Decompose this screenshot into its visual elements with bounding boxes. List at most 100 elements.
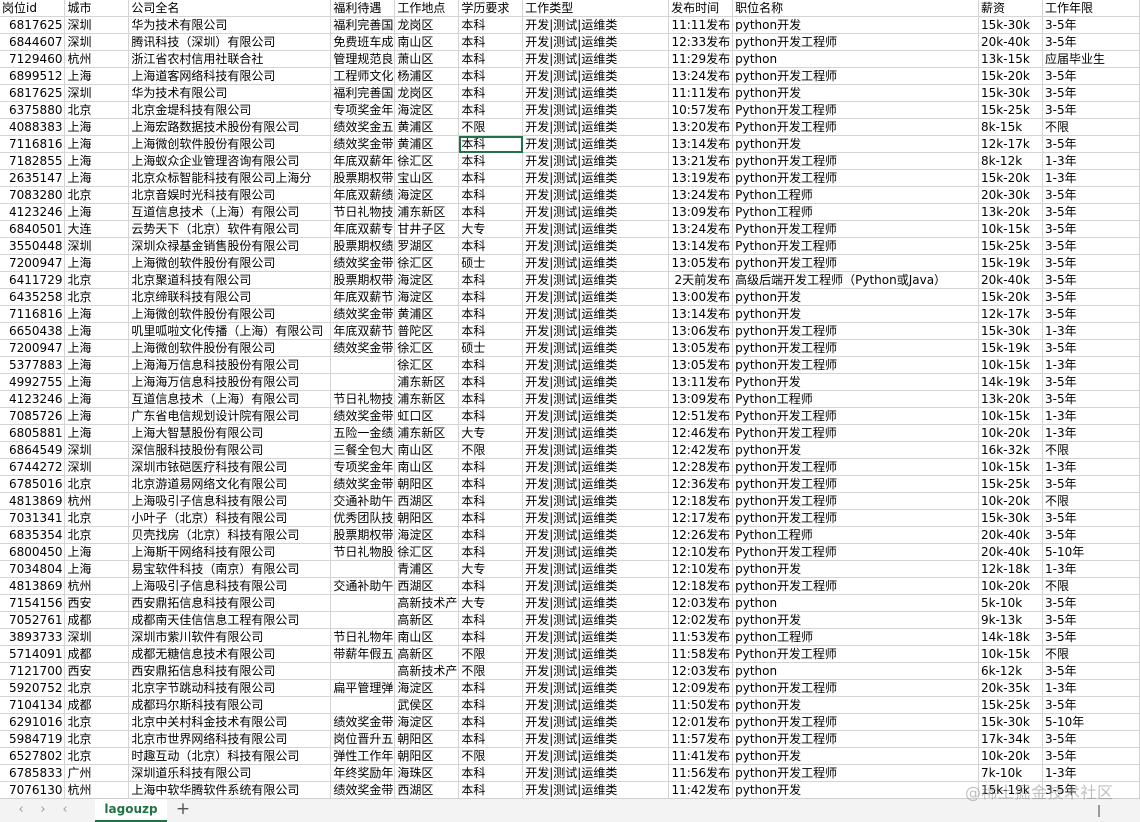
cell-position-name[interactable]: python开发工程师 — [732, 679, 980, 697]
cell-location[interactable]: 高新区 — [394, 645, 460, 663]
cell-experience[interactable]: 1-3年 — [1042, 407, 1140, 425]
cell-job-id[interactable]: 6650438 — [0, 322, 66, 340]
cell-city[interactable]: 上海 — [64, 254, 130, 272]
cell-job-id[interactable]: 7104134 — [0, 696, 66, 714]
cell-position-name[interactable]: python开发工程师 — [732, 713, 980, 731]
cell-location[interactable]: 罗湖区 — [394, 237, 460, 255]
cell-experience[interactable]: 3-5年 — [1042, 186, 1140, 204]
cell-job-type[interactable]: 开发|测试|运维类 — [522, 305, 670, 323]
cell-job-id[interactable]: 6744272 — [0, 458, 66, 476]
cell-city[interactable]: 上海 — [64, 203, 130, 221]
cell-job-type[interactable]: 开发|测试|运维类 — [522, 662, 670, 680]
cell-company-name[interactable]: 上海蚁众企业管理咨询有限公司 — [128, 152, 332, 170]
cell-company-name[interactable]: 广东省电信规划设计院有限公司 — [128, 407, 332, 425]
cell-salary[interactable]: 16k-32k — [978, 441, 1043, 459]
cell-position-name[interactable]: python开发工程师 — [732, 458, 980, 476]
cell-job-id[interactable]: 6844607 — [0, 33, 66, 51]
cell-benefits[interactable]: 管理规范良 — [330, 50, 396, 68]
cell-experience[interactable]: 1-3年 — [1042, 356, 1140, 374]
cell-benefits[interactable]: 三餐全包大 — [330, 441, 396, 459]
cell-job-id[interactable]: 5714091 — [0, 645, 66, 663]
cell-company-name[interactable]: 上海中软华腾软件系统有限公司 — [128, 781, 332, 798]
cell-job-type[interactable]: 开发|测试|运维类 — [522, 50, 670, 68]
cell-publish-time[interactable]: 11:41发布 — [668, 747, 734, 765]
cell-benefits[interactable]: 绩效奖金带 — [330, 781, 396, 798]
cell-job-type[interactable]: 开发|测试|运维类 — [522, 339, 670, 357]
cell-job-type[interactable]: 开发|测试|运维类 — [522, 288, 670, 306]
cell-location[interactable]: 朝阳区 — [394, 509, 460, 527]
cell-salary[interactable]: 15k-20k — [978, 169, 1043, 187]
cell-company-name[interactable]: 北京字节跳动科技有限公司 — [128, 679, 332, 697]
cell-job-id[interactable]: 6864549 — [0, 441, 66, 459]
cell-position-name[interactable]: Python开发工程师 — [732, 543, 980, 561]
cell-company-name[interactable]: 上海微创软件股份有限公司 — [128, 305, 332, 323]
cell-company-name[interactable]: 小叶子（北京）科技有限公司 — [128, 509, 332, 527]
cell-publish-time[interactable]: 13:24发布 — [668, 220, 734, 238]
column-header-experience[interactable]: 工作年限 — [1042, 0, 1140, 17]
cell-education[interactable]: 本科 — [458, 458, 524, 476]
cell-education[interactable]: 本科 — [458, 696, 524, 714]
cell-experience[interactable]: 不限 — [1042, 492, 1140, 510]
cell-experience[interactable]: 1-3年 — [1042, 560, 1140, 578]
cell-publish-time[interactable]: 12:46发布 — [668, 424, 734, 442]
cell-benefits[interactable]: 交通补助午 — [330, 492, 396, 510]
cell-company-name[interactable]: 上海吸引子信息科技有限公司 — [128, 577, 332, 595]
cell-experience[interactable]: 3-5年 — [1042, 475, 1140, 493]
cell-salary[interactable]: 15k-25k — [978, 696, 1043, 714]
cell-publish-time[interactable]: 13:24发布 — [668, 67, 734, 85]
cell-job-type[interactable]: 开发|测试|运维类 — [522, 16, 670, 34]
cell-position-name[interactable]: python开发 — [732, 441, 980, 459]
cell-job-type[interactable]: 开发|测试|运维类 — [522, 696, 670, 714]
cell-city[interactable]: 上海 — [64, 118, 130, 136]
cell-experience[interactable]: 1-3年 — [1042, 679, 1140, 697]
cell-job-type[interactable]: 开发|测试|运维类 — [522, 577, 670, 595]
cell-job-type[interactable]: 开发|测试|运维类 — [522, 322, 670, 340]
cell-location[interactable]: 普陀区 — [394, 322, 460, 340]
cell-experience[interactable]: 1-3年 — [1042, 424, 1140, 442]
cell-position-name[interactable]: Python工程师 — [732, 526, 980, 544]
cell-education[interactable]: 本科 — [458, 611, 524, 629]
cell-city[interactable]: 上海 — [64, 305, 130, 323]
cell-company-name[interactable]: 北京中关村科金技术有限公司 — [128, 713, 332, 731]
cell-benefits[interactable]: 专项奖金年 — [330, 101, 396, 119]
cell-company-name[interactable]: 上海斯干网络科技有限公司 — [128, 543, 332, 561]
cell-job-type[interactable]: 开发|测试|运维类 — [522, 645, 670, 663]
cell-education[interactable]: 本科 — [458, 33, 524, 51]
cell-salary[interactable]: 10k-20k — [978, 747, 1043, 765]
cell-city[interactable]: 北京 — [64, 713, 130, 731]
cell-publish-time[interactable]: 11:56发布 — [668, 764, 734, 782]
cell-job-id[interactable]: 7076130 — [0, 781, 66, 798]
cell-city[interactable]: 上海 — [64, 169, 130, 187]
cell-city[interactable]: 成都 — [64, 696, 130, 714]
cell-experience[interactable]: 3-5年 — [1042, 271, 1140, 289]
cell-company-name[interactable]: 成都南天佳信信息工程有限公司 — [128, 611, 332, 629]
cell-education[interactable]: 本科 — [458, 407, 524, 425]
cell-education[interactable]: 本科 — [458, 169, 524, 187]
cell-benefits[interactable]: 年底双薪节 — [330, 288, 396, 306]
cell-salary[interactable]: 15k-20k — [978, 288, 1043, 306]
cell-position-name[interactable]: python开发工程师 — [732, 356, 980, 374]
cell-education[interactable]: 不限 — [458, 118, 524, 136]
cell-city[interactable]: 上海 — [64, 67, 130, 85]
cell-location[interactable]: 徐汇区 — [394, 339, 460, 357]
cell-company-name[interactable]: 上海宏路数据技术股份有限公司 — [128, 118, 332, 136]
cell-job-type[interactable]: 开发|测试|运维类 — [522, 764, 670, 782]
cell-city[interactable]: 上海 — [64, 424, 130, 442]
cell-location[interactable]: 南山区 — [394, 628, 460, 646]
cell-benefits[interactable] — [330, 560, 396, 578]
cell-company-name[interactable]: 上海微创软件股份有限公司 — [128, 254, 332, 272]
cell-position-name[interactable]: Python工程师 — [732, 203, 980, 221]
cell-job-type[interactable]: 开发|测试|运维类 — [522, 84, 670, 102]
cell-position-name[interactable]: 高级后端开发工程师（Python或Java） — [732, 271, 980, 289]
cell-job-id[interactable]: 7182855 — [0, 152, 66, 170]
cell-company-name[interactable]: 深圳众禄基金销售股份有限公司 — [128, 237, 332, 255]
cell-job-type[interactable]: 开发|测试|运维类 — [522, 237, 670, 255]
cell-location[interactable]: 浦东新区 — [394, 424, 460, 442]
cell-education[interactable]: 本科 — [458, 271, 524, 289]
cell-company-name[interactable]: 叽里呱啦文化传播（上海）有限公司 — [128, 322, 332, 340]
cell-experience[interactable]: 1-3年 — [1042, 322, 1140, 340]
cell-job-type[interactable]: 开发|测试|运维类 — [522, 713, 670, 731]
cell-city[interactable]: 西安 — [64, 662, 130, 680]
cell-company-name[interactable]: 上海微创软件股份有限公司 — [128, 135, 332, 153]
cell-education[interactable]: 本科 — [458, 203, 524, 221]
